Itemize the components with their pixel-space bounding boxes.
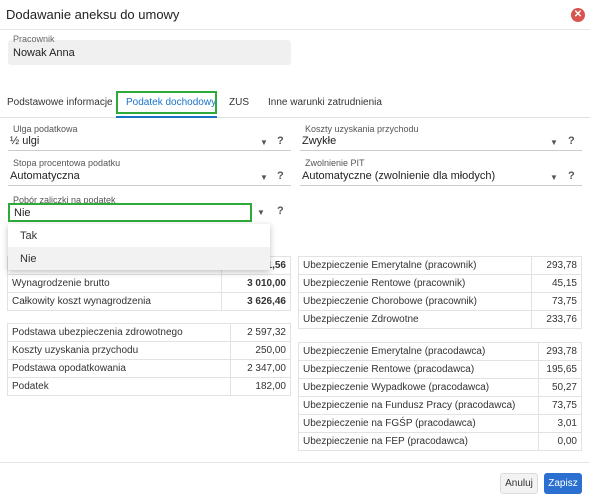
table-row: Ubezpieczenie na FEP (pracodawca) 0,00 (297, 432, 582, 451)
help-icon[interactable]: ? (277, 205, 284, 217)
tax-table: Podstawa ubezpieczenia zdrowotnego 2 597,… (6, 323, 291, 396)
row-value: 73,75 (530, 292, 583, 311)
chevron-down-icon: ▼ (260, 138, 268, 147)
table-row: Ubezpieczenie Emerytalne (pracodawca) 293… (297, 342, 582, 361)
table-row: Ubezpieczenie Rentowe (pracownik) 45,15 (298, 274, 583, 293)
row-label: Ubezpieczenie Rentowe (pracownik) (298, 274, 532, 293)
active-tab-highlight (116, 91, 217, 114)
row-value: 45,15 (530, 274, 583, 293)
row-value: 3,01 (538, 414, 582, 433)
help-icon[interactable]: ? (277, 135, 284, 147)
table-row: Ubezpieczenie Emerytalne (pracownik) 293,… (298, 256, 583, 275)
row-label: Ubezpieczenie na Fundusz Pracy (pracodaw… (297, 396, 540, 415)
table-row: Podstawa ubezpieczenia zdrowotnego 2 597,… (6, 323, 291, 342)
pobor-select[interactable]: Nie (8, 203, 252, 222)
row-label: Podatek (6, 377, 232, 396)
pobor-dropdown: Tak Nie (8, 224, 270, 270)
table-row: Koszty uzyskania przychodu 250,00 (6, 341, 291, 360)
row-label: Całkowity koszt wynagrodzenia (7, 292, 222, 311)
row-label: Wynagrodzenie brutto (7, 274, 222, 293)
help-icon[interactable]: ? (568, 170, 575, 182)
tab-inne-warunki[interactable]: Inne warunki zatrudnienia (268, 97, 382, 108)
tab-zus[interactable]: ZUS (229, 97, 249, 108)
row-value: 293,78 (530, 256, 583, 275)
table-row: Ubezpieczenie Zdrowotne 233,76 (298, 310, 583, 329)
row-value: 3 626,46 (220, 292, 292, 311)
table-row: Podatek 182,00 (6, 377, 291, 396)
active-tab-underline (116, 116, 217, 118)
table-row: Ubezpieczenie Rentowe (pracodawca) 195,65 (297, 360, 582, 379)
tab-podstawowe-informacje[interactable]: Podstawowe informacje (7, 97, 113, 108)
save-button[interactable]: Zapisz (544, 473, 582, 494)
table-row: Wynagrodzenie brutto 3 010,00 (7, 274, 292, 293)
koszty-select[interactable]: Zwykłe ▼ ? (300, 133, 582, 151)
row-label: Ubezpieczenie Emerytalne (pracodawca) (297, 342, 540, 361)
employer-insurance-table: Ubezpieczenie Emerytalne (pracodawca) 293… (297, 342, 582, 451)
pobor-value: Nie (14, 207, 31, 219)
zwolnienie-select[interactable]: Automatyczne (zwolnienie dla młodych) ▼ … (300, 168, 582, 186)
row-label: Ubezpieczenie Chorobowe (pracownik) (298, 292, 532, 311)
row-value: 233,76 (530, 310, 583, 329)
employee-name: Nowak Anna (13, 47, 75, 59)
row-label: Ubezpieczenie Emerytalne (pracownik) (298, 256, 532, 275)
stopa-value: Automatyczna (10, 170, 80, 182)
employee-label: Pracownik (13, 34, 55, 44)
row-label: Ubezpieczenie Wypadkowe (pracodawca) (297, 378, 540, 397)
dropdown-option-tak[interactable]: Tak (8, 224, 270, 247)
employee-insurance-table: Ubezpieczenie Emerytalne (pracownik) 293,… (298, 256, 583, 329)
table-row: Podstawa opodatkowania 2 347,00 (6, 359, 291, 378)
row-label: Ubezpieczenie na FGŚP (pracodawca) (297, 414, 540, 433)
row-label: Ubezpieczenie Rentowe (pracodawca) (297, 360, 540, 379)
ulga-select[interactable]: ½ ulgi ▼ ? (8, 133, 291, 151)
row-value: 195,65 (538, 360, 582, 379)
row-value: 250,00 (230, 341, 291, 360)
ulga-value: ½ ulgi (10, 135, 40, 147)
tab-bar: Podstawowe informacje Podatek dochodowy … (0, 88, 590, 118)
zwolnienie-label: Zwolnienie PIT (305, 158, 365, 168)
chevron-down-icon: ▼ (550, 173, 558, 182)
row-value: 182,00 (230, 377, 291, 396)
help-icon[interactable]: ? (568, 135, 575, 147)
chevron-down-icon[interactable]: ▼ (257, 208, 265, 217)
table-row: Całkowity koszt wynagrodzenia 3 626,46 (7, 292, 292, 311)
row-value: 73,75 (538, 396, 582, 415)
dropdown-option-nie[interactable]: Nie (8, 247, 270, 270)
row-value: 2 347,00 (230, 359, 291, 378)
table-row: Ubezpieczenie na Fundusz Pracy (pracodaw… (297, 396, 582, 415)
row-value: 3 010,00 (220, 274, 292, 293)
dialog-header: Dodawanie aneksu do umowy ✕ (0, 0, 590, 30)
row-label: Podstawa ubezpieczenia zdrowotnego (6, 323, 232, 342)
table-row: Ubezpieczenie na FGŚP (pracodawca) 3,01 (297, 414, 582, 433)
row-value: 0,00 (538, 432, 582, 451)
row-value: 50,27 (538, 378, 582, 397)
help-icon[interactable]: ? (277, 170, 284, 182)
close-icon[interactable]: ✕ (571, 8, 585, 22)
row-label: Koszty uzyskania przychodu (6, 341, 232, 360)
row-value: 2 597,32 (230, 323, 291, 342)
chevron-down-icon: ▼ (550, 138, 558, 147)
koszty-value: Zwykłe (302, 135, 337, 147)
stopa-select[interactable]: Automatyczna ▼ ? (8, 168, 291, 186)
row-label: Ubezpieczenie na FEP (pracodawca) (297, 432, 540, 451)
table-row: Ubezpieczenie Chorobowe (pracownik) 73,75 (298, 292, 583, 311)
stopa-label: Stopa procentowa podatku (13, 158, 121, 168)
row-label: Ubezpieczenie Zdrowotne (298, 310, 532, 329)
dialog-title: Dodawanie aneksu do umowy (6, 7, 180, 22)
table-row: Ubezpieczenie Wypadkowe (pracodawca) 50,2… (297, 378, 582, 397)
cancel-button[interactable]: Anuluj (500, 473, 538, 494)
row-label: Podstawa opodatkowania (6, 359, 232, 378)
row-value: 293,78 (538, 342, 582, 361)
chevron-down-icon: ▼ (260, 173, 268, 182)
zwolnienie-value: Automatyczne (zwolnienie dla młodych) (302, 170, 496, 182)
